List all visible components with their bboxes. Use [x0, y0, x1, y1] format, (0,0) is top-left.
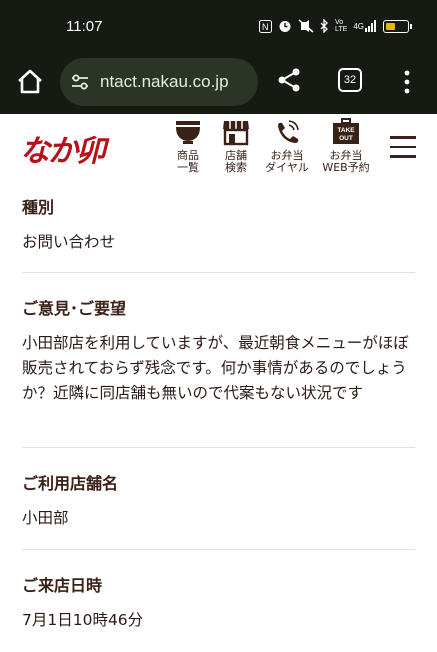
url-text: ntact.nakau.co.jp: [100, 72, 229, 91]
battery-icon: [383, 19, 412, 33]
nav-store-search[interactable]: 店舗 検索: [216, 118, 256, 174]
battery-fill: [386, 22, 395, 30]
network-type: 4G: [353, 21, 364, 31]
site-menu-button[interactable]: [390, 136, 416, 158]
browser-menu-button[interactable]: [400, 68, 414, 96]
field-opinion: ご意見･ご要望 小田部店を利用していますが、最近朝食メニューがほぼ販売されておら…: [22, 273, 415, 448]
field-value: 小田部店を利用していますが、最近朝食メニューがほぼ販売されておらず残念です。何か…: [22, 334, 409, 402]
field-label: 種別: [22, 198, 55, 217]
field-value: 小田部: [22, 509, 69, 527]
takeout-icon-text-top: TAKE: [337, 127, 355, 134]
field-value: 7月1日10時46分: [22, 611, 144, 629]
tab-switcher-button[interactable]: 32: [338, 68, 362, 92]
field-store: ご利用店舗名 小田部: [22, 448, 415, 550]
site-settings-icon: [72, 74, 88, 90]
nav-bento-dial[interactable]: お弁当 ダイヤル: [258, 118, 316, 174]
takeout-icon: TAKEOUT: [333, 118, 359, 144]
field-value: お問い合わせ: [22, 233, 116, 251]
nav-label-line2: ダイヤル: [265, 161, 309, 174]
site-header: なか卯 商品 一覧 店舗 検索 お弁当 ダイヤル TAKE OUT お弁当 WEB…: [0, 114, 437, 184]
home-icon: [18, 69, 42, 94]
status-bar: 11:07 N Vo LTE 4G: [0, 0, 437, 52]
hamburger-line: [390, 136, 416, 139]
nav-label-line2: WEB予約: [322, 161, 370, 174]
share-icon: [278, 68, 300, 92]
hamburger-line: [390, 155, 416, 158]
bowl-icon: [176, 121, 200, 144]
field-label: ご利用店舗名: [22, 474, 119, 493]
alarm-icon: [278, 19, 292, 33]
bluetooth-icon: [320, 19, 329, 33]
mute-icon: [298, 19, 314, 33]
svg-text:N: N: [262, 22, 269, 32]
more-vert-icon: [404, 70, 410, 94]
field-label: ご来店日時: [22, 576, 103, 595]
hamburger-line: [390, 145, 416, 148]
site-logo[interactable]: なか卯: [20, 126, 106, 170]
field-label: ご意見･ご要望: [22, 299, 127, 318]
share-button[interactable]: [276, 67, 302, 93]
field-visit-datetime: ご来店日時 7月1日10時46分: [22, 550, 415, 652]
nav-label-line2: 検索: [225, 161, 247, 174]
signal-icon: 4G: [353, 20, 377, 32]
field-type: 種別 お問い合わせ: [22, 184, 415, 273]
volte-icon: Vo LTE: [335, 19, 348, 33]
address-bar[interactable]: ntact.nakau.co.jp: [60, 58, 258, 106]
nav-label-line2: 一覧: [177, 161, 199, 174]
form-confirmation: 種別 お問い合わせ ご意見･ご要望 小田部店を利用していますが、最近朝食メニュー…: [0, 184, 437, 652]
phone-icon: [278, 120, 299, 143]
browser-toolbar: ntact.nakau.co.jp 32: [0, 52, 437, 114]
status-time: 11:07: [66, 18, 103, 35]
nav-bento-web-order[interactable]: TAKE OUT お弁当 WEB予約: [318, 118, 374, 174]
takeout-icon-text-bottom: OUT: [339, 135, 353, 142]
store-icon: [223, 121, 249, 146]
nfc-icon: N: [259, 19, 272, 33]
status-icons: N Vo LTE 4G: [259, 17, 412, 35]
home-button[interactable]: [14, 66, 46, 98]
nav-menu-list[interactable]: 商品 一覧: [168, 118, 208, 174]
